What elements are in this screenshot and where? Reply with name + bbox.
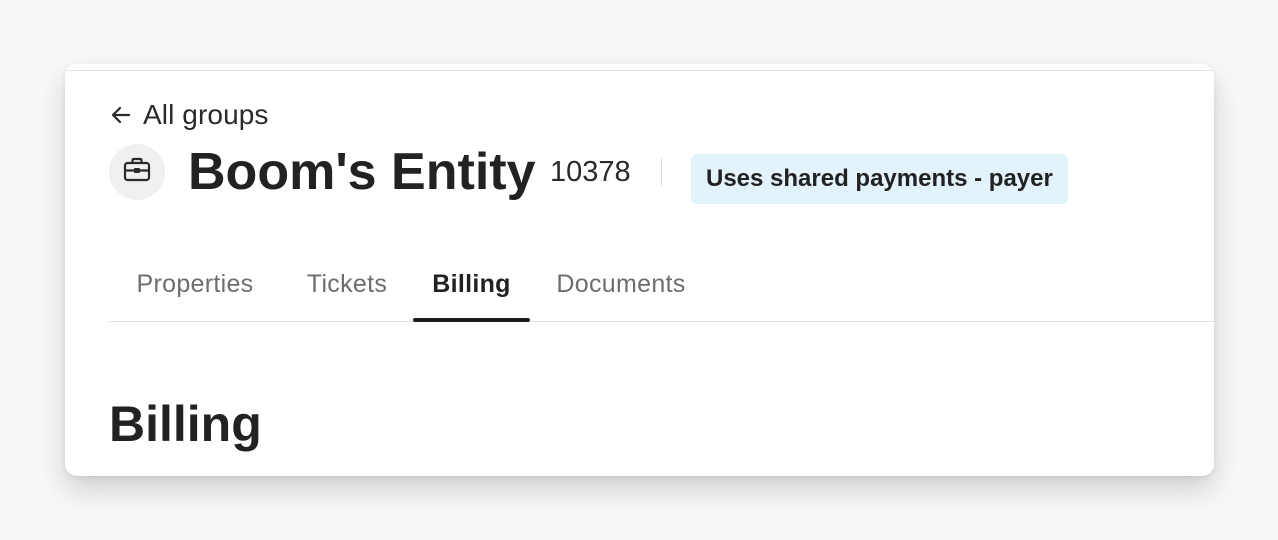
top-divider (65, 70, 1214, 71)
shared-payments-badge: Uses shared payments - payer (691, 154, 1068, 204)
entity-card: All groups Boom's Entity 10378 Uses shar… (65, 64, 1214, 476)
tab-tickets[interactable]: Tickets (281, 250, 413, 318)
tab-documents[interactable]: Documents (530, 250, 712, 318)
tab-properties[interactable]: Properties (109, 250, 281, 318)
entity-avatar (109, 144, 165, 200)
tab-bar: Properties Tickets Billing Documents (109, 250, 1214, 322)
entity-title: Boom's Entity (188, 143, 536, 201)
active-tab-indicator (413, 318, 530, 322)
briefcase-icon (123, 157, 151, 188)
arrow-left-icon (109, 103, 133, 127)
back-link-label: All groups (143, 99, 269, 130)
header-divider (661, 158, 662, 186)
entity-id: 10378 (550, 156, 631, 188)
section-title: Billing (109, 396, 262, 452)
back-to-all-groups-link[interactable]: All groups (109, 98, 269, 132)
tab-billing[interactable]: Billing (413, 250, 530, 318)
